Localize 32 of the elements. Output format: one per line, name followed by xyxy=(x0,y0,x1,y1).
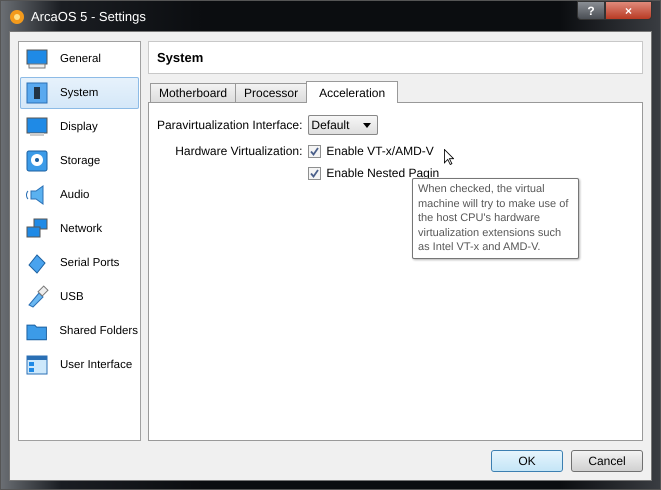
field-label: Paravirtualization Interface: xyxy=(157,117,302,134)
checkbox[interactable] xyxy=(308,144,322,158)
cancel-button[interactable]: Cancel xyxy=(571,450,643,472)
monitor-icon xyxy=(25,115,49,139)
close-button[interactable]: × xyxy=(605,1,652,20)
sidebar-item[interactable]: Display xyxy=(20,111,139,143)
sidebar-item[interactable]: User Interface xyxy=(20,349,139,381)
caret-icon xyxy=(363,122,372,128)
tooltip: When checked, the virtual machine will try to make use of the host CPU's hardware virtualization extensions such as Intel VT-x and AMD-V. xyxy=(412,178,579,258)
sidebar-item[interactable]: General xyxy=(20,43,139,75)
sidebar-item[interactable]: Network xyxy=(20,213,139,245)
checkbox-label: Enable VT-x/AMD-V xyxy=(326,144,434,158)
ok-button[interactable]: OK xyxy=(491,450,563,472)
tab[interactable]: Motherboard xyxy=(150,83,236,102)
window-title: ArcaOS 5 - Settings xyxy=(31,8,146,24)
tab[interactable]: Acceleration xyxy=(306,81,398,103)
sidebar-item[interactable]: Audio xyxy=(20,179,139,211)
sidebar-item[interactable]: USB xyxy=(20,281,139,313)
help-button[interactable]: ? xyxy=(577,1,605,20)
tab[interactable]: Processor xyxy=(235,83,308,102)
field-label: Hardware Virtualization: xyxy=(175,143,302,160)
cursor-icon xyxy=(444,149,454,165)
page-title: System xyxy=(157,50,204,65)
sidebar-item[interactable]: Storage xyxy=(20,145,139,177)
sidebar-item[interactable]: Serial Ports xyxy=(20,247,139,279)
window-icon xyxy=(25,353,49,377)
dropdown[interactable]: Default xyxy=(308,115,378,135)
chip-icon xyxy=(25,81,49,105)
monitor-icon xyxy=(25,47,49,71)
checkbox[interactable] xyxy=(308,166,322,180)
sidebar-item[interactable]: Shared Folders xyxy=(20,315,139,347)
sidebar-item[interactable]: System xyxy=(20,77,139,109)
